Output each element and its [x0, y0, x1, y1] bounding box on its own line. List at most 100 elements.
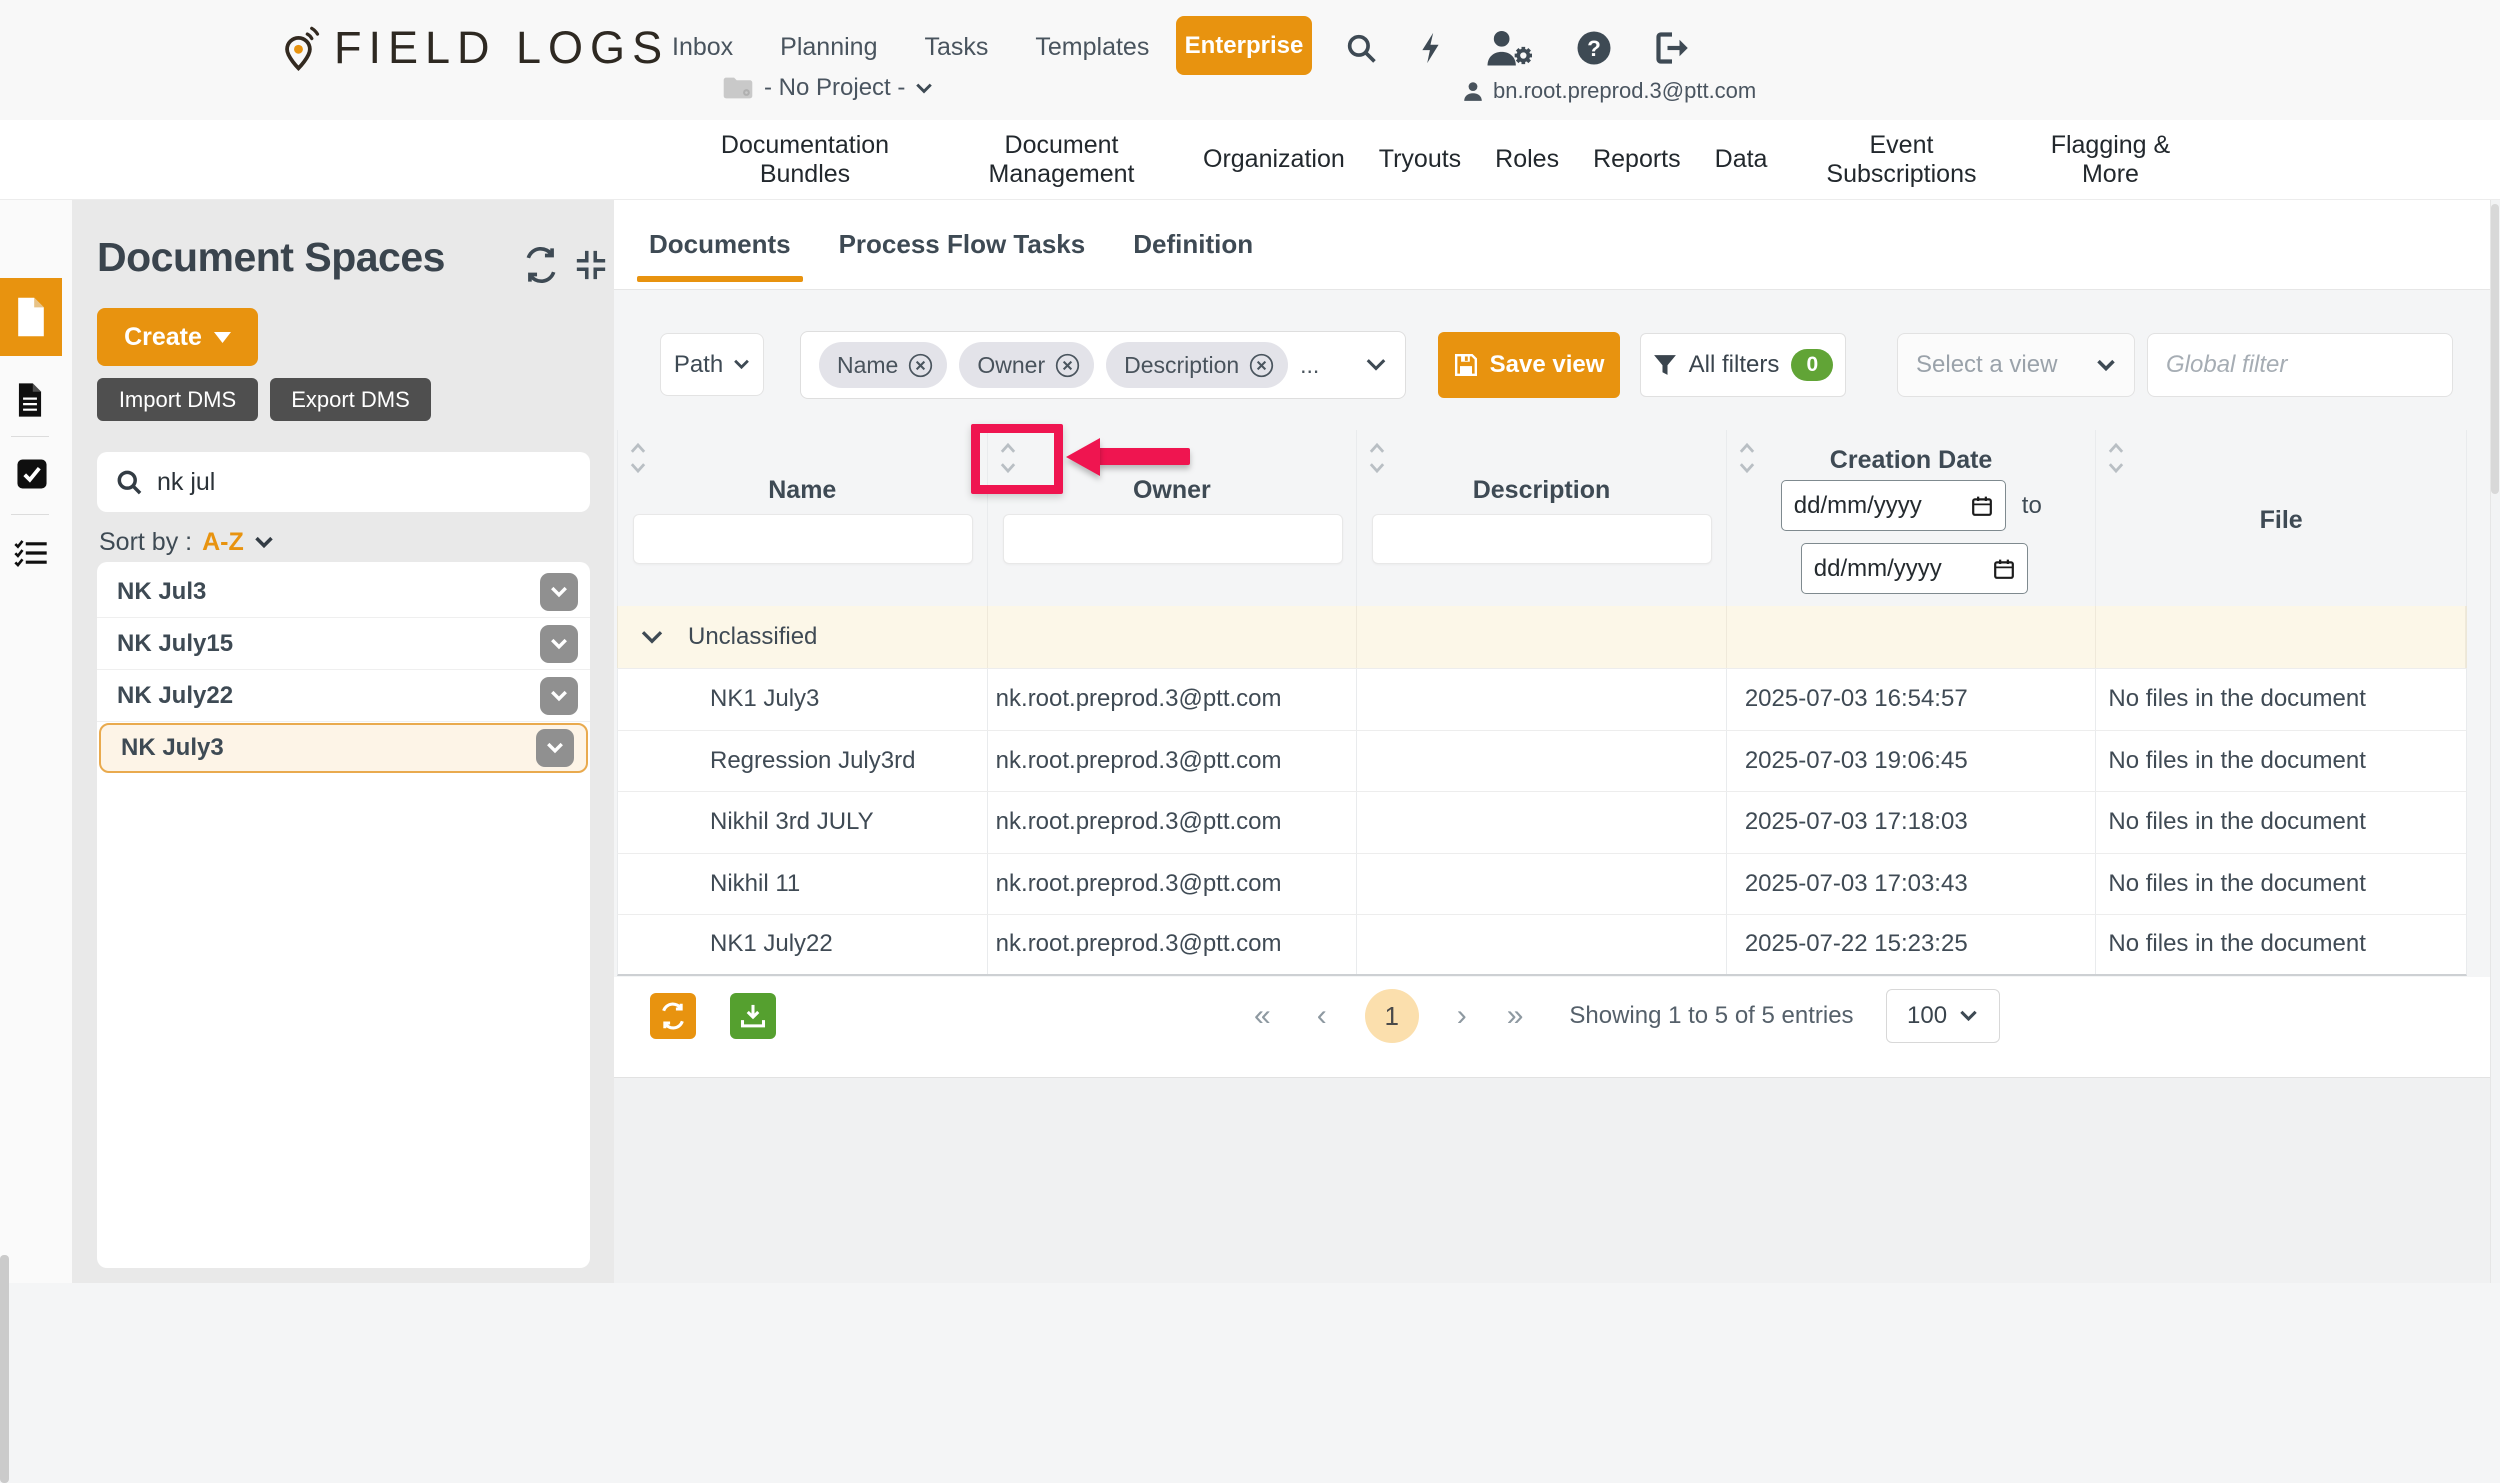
cell-owner: nk.root.preprod.3@ptt.com: [988, 669, 1358, 730]
sort-control-description[interactable]: [1367, 438, 1387, 478]
download-button[interactable]: [730, 993, 776, 1039]
nav-planning[interactable]: Planning: [780, 33, 877, 62]
logo-pin-icon: [282, 24, 320, 72]
table-row[interactable]: NK1 July22 nk.root.preprod.3@ptt.com 202…: [617, 914, 2467, 976]
document-lines-icon[interactable]: [16, 382, 44, 418]
annotation-highlight-box: [971, 424, 1063, 494]
space-menu-button[interactable]: [536, 729, 574, 767]
refresh-table-button[interactable]: [650, 993, 696, 1039]
sort-label: Sort by :: [99, 528, 192, 557]
table-row[interactable]: Nikhil 11 nk.root.preprod.3@ptt.com 2025…: [617, 853, 2467, 915]
owner-filter-input[interactable]: [1003, 514, 1343, 564]
search-icon[interactable]: [1344, 31, 1378, 65]
refresh-icon[interactable]: [522, 246, 560, 284]
page-size-select[interactable]: 100: [1886, 989, 2000, 1043]
cell-owner: nk.root.preprod.3@ptt.com: [988, 792, 1358, 853]
table-row[interactable]: NK1 July3 nk.root.preprod.3@ptt.com 2025…: [617, 668, 2467, 730]
sort-control-name[interactable]: [628, 438, 648, 478]
global-filter-input[interactable]: [2147, 333, 2453, 397]
page-last-button[interactable]: »: [1507, 999, 1524, 1033]
cell-description: [1357, 731, 1727, 792]
chip-remove-icon[interactable]: [1249, 353, 1274, 378]
secnav-document-management[interactable]: Document Management: [954, 131, 1169, 189]
table-header: Name Owner Description: [617, 430, 2467, 606]
page-number-current[interactable]: 1: [1365, 989, 1419, 1043]
secnav-roles[interactable]: Roles: [1495, 145, 1559, 174]
tab-documents[interactable]: Documents: [649, 200, 791, 290]
table-row[interactable]: Nikhil 3rd JULY nk.root.preprod.3@ptt.co…: [617, 791, 2467, 853]
nav-templates[interactable]: Templates: [1035, 33, 1149, 62]
calendar-icon[interactable]: [1971, 495, 1993, 517]
sort-control[interactable]: Sort by : A-Z: [99, 528, 274, 557]
sort-control-file[interactable]: [2106, 438, 2126, 478]
pagination: « ‹ 1 › » Showing 1 to 5 of 5 entries 10…: [1254, 988, 2000, 1044]
space-search-input[interactable]: [157, 468, 537, 497]
group-row-unclassified[interactable]: Unclassified: [617, 606, 2467, 668]
list-item[interactable]: NK July15: [97, 618, 590, 670]
space-menu-button[interactable]: [540, 573, 578, 611]
quick-actions-bolt-icon[interactable]: [1418, 31, 1444, 65]
save-view-button[interactable]: Save view: [1438, 332, 1620, 398]
export-dms-button[interactable]: Export DMS: [270, 378, 431, 421]
secnav-reports[interactable]: Reports: [1593, 145, 1681, 174]
list-item[interactable]: NK Jul3: [97, 566, 590, 618]
secnav-tryouts[interactable]: Tryouts: [1379, 145, 1461, 174]
tab-definition[interactable]: Definition: [1133, 200, 1253, 290]
chip-name[interactable]: Name: [819, 342, 947, 388]
secnav-flagging-more[interactable]: Flagging & More: [2035, 131, 2185, 189]
app-logo[interactable]: FIELD LOGS: [282, 22, 669, 74]
list-item-selected[interactable]: NK July3: [99, 723, 588, 773]
page-prev-button[interactable]: ‹: [1317, 999, 1327, 1033]
left-scrollbar-thumb[interactable]: [0, 1255, 9, 1483]
page-next-button[interactable]: ›: [1457, 999, 1467, 1033]
user-account[interactable]: bn.root.preprod.3@ptt.com: [1462, 78, 1756, 104]
secnav-event-subscriptions[interactable]: Event Subscriptions: [1801, 131, 2001, 189]
calendar-icon[interactable]: [1993, 558, 2015, 580]
logout-icon[interactable]: [1652, 30, 1692, 66]
nav-tasks[interactable]: Tasks: [924, 33, 988, 62]
table-row[interactable]: Regression July3rd nk.root.preprod.3@ptt…: [617, 730, 2467, 792]
date-to-input[interactable]: dd/mm/yyyy: [1801, 543, 2028, 594]
right-scrollbar-thumb[interactable]: [2491, 204, 2499, 494]
user-settings-icon[interactable]: [1484, 28, 1536, 68]
documents-table: Name Owner Description: [617, 430, 2467, 976]
nav-inbox[interactable]: Inbox: [672, 33, 733, 62]
collapse-panel-icon[interactable]: [574, 248, 608, 282]
list-item[interactable]: NK July22: [97, 670, 590, 722]
date-range-to-label: to: [2022, 492, 2042, 520]
chip-owner[interactable]: Owner: [959, 342, 1094, 388]
project-selector[interactable]: - No Project -: [722, 74, 933, 102]
select-view-dropdown[interactable]: Select a view: [1897, 333, 2135, 397]
cell-description: [1357, 854, 1727, 915]
user-email: bn.root.preprod.3@ptt.com: [1493, 78, 1756, 104]
chevron-down-icon[interactable]: [1365, 358, 1387, 372]
space-menu-button[interactable]: [540, 677, 578, 715]
description-filter-input[interactable]: [1372, 514, 1712, 564]
chip-remove-icon[interactable]: [908, 353, 933, 378]
create-label: Create: [124, 323, 202, 352]
chip-description[interactable]: Description: [1106, 342, 1288, 388]
secnav-documentation-bundles[interactable]: Documentation Bundles: [690, 131, 920, 189]
secnav-organization[interactable]: Organization: [1203, 145, 1345, 174]
path-dropdown[interactable]: Path: [660, 333, 764, 396]
chip-remove-icon[interactable]: [1055, 353, 1080, 378]
page-first-button[interactable]: «: [1254, 999, 1271, 1033]
space-menu-button[interactable]: [540, 625, 578, 663]
checklist-icon[interactable]: [14, 538, 48, 568]
rail-documents-active[interactable]: [0, 278, 62, 356]
name-filter-input[interactable]: [633, 514, 973, 564]
help-icon[interactable]: ?: [1576, 30, 1612, 66]
secnav-data[interactable]: Data: [1715, 145, 1768, 174]
import-dms-button[interactable]: Import DMS: [97, 378, 258, 421]
enterprise-button[interactable]: Enterprise: [1176, 16, 1312, 75]
right-scrollbar[interactable]: [2490, 200, 2500, 1283]
select-view-placeholder: Select a view: [1916, 351, 2057, 379]
tab-process-flow-tasks[interactable]: Process Flow Tasks: [839, 200, 1086, 290]
group-collapse-icon[interactable]: [640, 630, 664, 645]
checkbox-icon[interactable]: [16, 458, 48, 490]
cell-name: NK1 July22: [618, 915, 988, 974]
secondary-nav: Documentation Bundles Document Managemen…: [0, 120, 2500, 200]
date-from-input[interactable]: dd/mm/yyyy: [1781, 480, 2006, 531]
all-filters-button[interactable]: All filters 0: [1640, 333, 1846, 397]
create-button[interactable]: Create: [97, 308, 258, 366]
